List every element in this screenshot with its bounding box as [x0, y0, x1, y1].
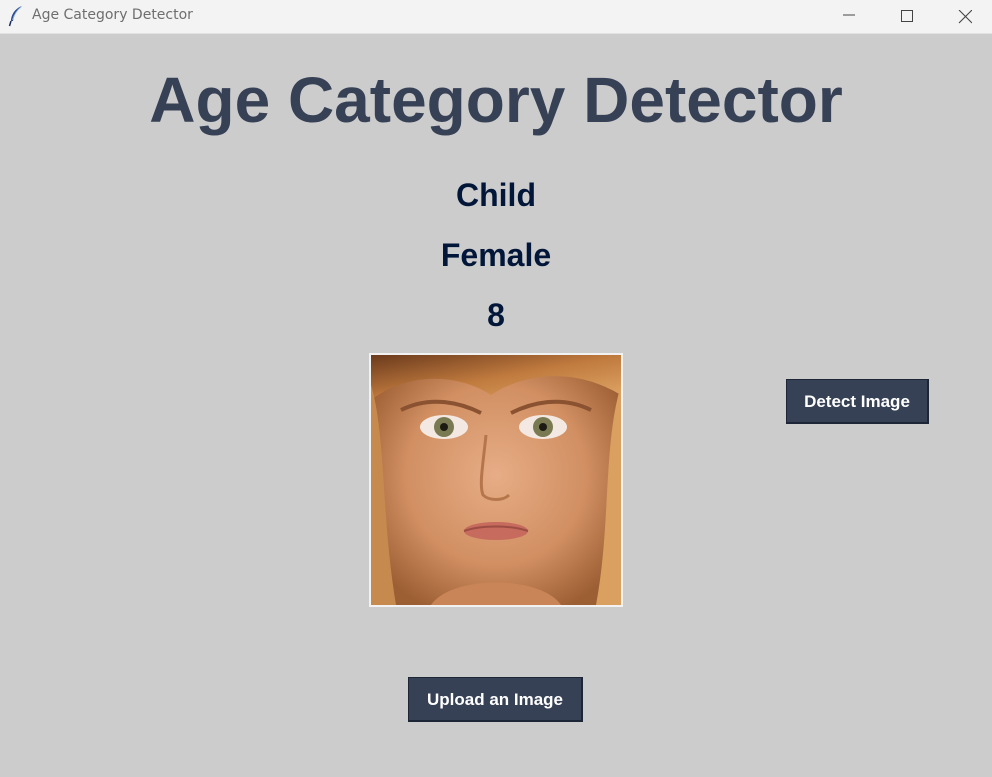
- age-value-label: 8: [487, 297, 505, 333]
- minimize-button[interactable]: [820, 0, 878, 34]
- window-titlebar: Age Category Detector: [0, 0, 992, 34]
- close-button[interactable]: [936, 0, 992, 34]
- page-title: Age Category Detector: [149, 64, 843, 136]
- upload-image-button[interactable]: Upload an Image: [408, 677, 583, 722]
- uploaded-face-image: [369, 353, 623, 607]
- gender-label: Female: [440, 237, 552, 273]
- close-icon: [958, 10, 972, 24]
- maximize-button[interactable]: [878, 0, 936, 34]
- window-title: Age Category Detector: [32, 7, 193, 23]
- maximize-icon: [901, 10, 913, 22]
- age-category-label: Child: [456, 177, 536, 213]
- minimize-icon: [843, 14, 855, 16]
- detect-image-button[interactable]: Detect Image: [786, 379, 929, 424]
- feather-icon: [8, 5, 24, 27]
